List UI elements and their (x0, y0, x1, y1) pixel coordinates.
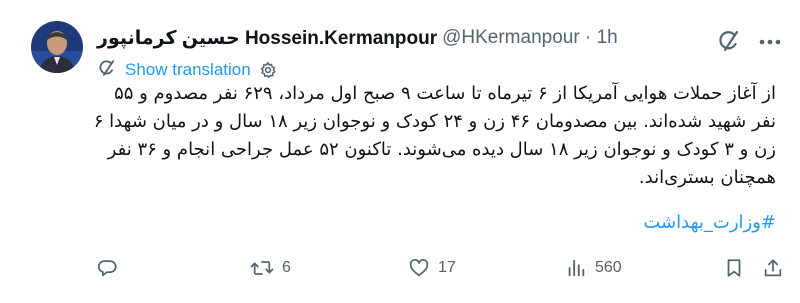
tweet-header: حسین کرمانپور Hossein.Kermanpour @HKerma… (97, 23, 618, 53)
reply-button[interactable] (96, 257, 126, 279)
avatar[interactable] (31, 21, 83, 73)
display-name[interactable]: حسین کرمانپور Hossein.Kermanpour (97, 27, 437, 50)
tweet-body: از آغاز حملات هوایی آمریکا از ۶ تیرماه ت… (93, 83, 776, 188)
separator: · (584, 27, 592, 48)
retweet-icon (250, 261, 274, 275)
views-button[interactable]: 560 (565, 257, 622, 279)
translation-row: Show translation (97, 58, 277, 82)
more-options-icon[interactable] (757, 29, 783, 55)
views-count: 560 (595, 259, 622, 276)
heart-icon (409, 258, 429, 277)
bookmark-icon (727, 259, 741, 277)
retweet-button[interactable]: 6 (250, 257, 291, 279)
handle[interactable]: @HKermanpour (442, 27, 580, 48)
views-icon (568, 259, 585, 277)
tweet-text: از آغاز حملات هوایی آمریکا از ۶ تیرماه ت… (86, 80, 776, 192)
like-count: 17 (438, 259, 456, 276)
timestamp[interactable]: 1h (597, 27, 618, 48)
translate-grok-icon (97, 58, 117, 83)
bookmark-button[interactable] (723, 257, 745, 279)
action-bar: 6 17 560 (0, 257, 800, 285)
tweet: حسین کرمانپور Hossein.Kermanpour @HKerma… (0, 0, 800, 303)
settings-icon[interactable] (259, 61, 277, 79)
share-icon (764, 259, 782, 277)
grok-icon[interactable] (716, 28, 742, 54)
hashtag-link[interactable]: #وزارت_بهداشت (643, 212, 776, 233)
like-button[interactable]: 17 (408, 257, 456, 279)
handle-time: @HKermanpour · 1h (442, 27, 618, 49)
reply-icon (97, 260, 117, 277)
retweet-count: 6 (282, 259, 291, 276)
show-translation-link[interactable]: Show translation (125, 60, 251, 80)
share-button[interactable] (762, 257, 784, 279)
